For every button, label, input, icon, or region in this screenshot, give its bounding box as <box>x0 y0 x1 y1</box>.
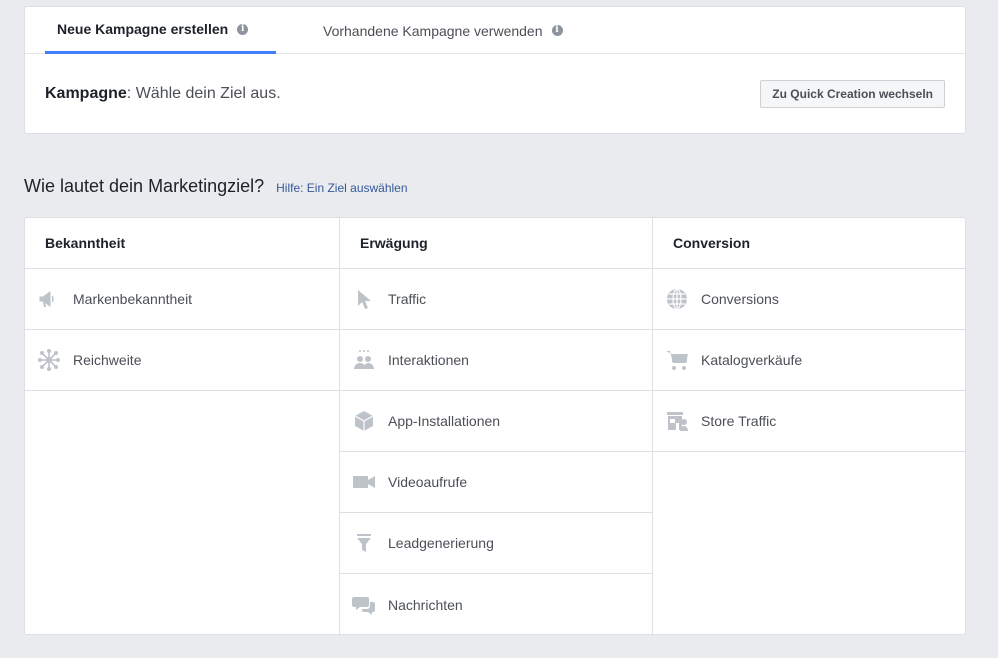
objective-label: Katalogverkäufe <box>701 352 803 368</box>
objective-markenbekanntheit[interactable]: Markenbekanntheit <box>25 269 339 330</box>
campaign-instruction: : Wähle dein Ziel aus. <box>126 85 281 102</box>
quick-creation-button[interactable]: Zu Quick Creation wechseln <box>760 80 945 108</box>
objective-label: Nachrichten <box>388 596 463 613</box>
objective-videoaufrufe[interactable]: Videoaufrufe <box>340 452 652 513</box>
objective-label: Markenbekanntheit <box>73 291 193 307</box>
objective-interaktionen[interactable]: Interaktionen <box>340 330 652 391</box>
column-erwaegung: Erwägung Traffic Interaktionen App-Insta… <box>339 218 652 634</box>
box-icon <box>352 409 376 433</box>
objective-label: Store Traffic <box>701 413 777 429</box>
help-link[interactable]: Hilfe: Ein Ziel auswählen <box>276 181 407 195</box>
cart-icon <box>665 348 689 372</box>
chat-bubbles-icon <box>352 593 376 617</box>
globe-icon <box>665 287 689 311</box>
objective-label: Interaktionen <box>388 352 469 368</box>
objective-question: Wie lautet dein Marketingziel? <box>24 176 265 196</box>
video-camera-icon <box>352 470 376 494</box>
objective-question-row: Wie lautet dein Marketingziel? Hilfe: Ei… <box>24 176 408 197</box>
column-bekanntheit: Bekanntheit Markenbekanntheit Reichweite <box>25 218 339 634</box>
objective-store-traffic[interactable]: Store Traffic <box>653 391 965 452</box>
funnel-icon <box>352 531 376 555</box>
objective-label: App-Installationen <box>388 413 501 429</box>
objective-label: Reichweite <box>73 352 142 368</box>
column-header: Bekanntheit <box>25 218 339 269</box>
store-icon <box>665 409 689 433</box>
objective-grid: Bekanntheit Markenbekanntheit Reichweite… <box>24 217 966 635</box>
objective-conversions[interactable]: Conversions <box>653 269 965 330</box>
campaign-card: Neue Kampagne erstellen i Vorhandene Kam… <box>24 6 966 134</box>
info-icon[interactable]: i <box>237 23 249 35</box>
objective-traffic[interactable]: Traffic <box>340 269 652 330</box>
tab-bar: Neue Kampagne erstellen i Vorhandene Kam… <box>25 7 965 54</box>
tab-new-campaign-label: Neue Kampagne erstellen <box>57 21 229 37</box>
objective-leadgenerierung[interactable]: Leadgenerierung <box>340 513 652 574</box>
reach-icon <box>37 348 61 372</box>
tab-existing-campaign[interactable]: Vorhandene Kampagne verwenden i <box>323 7 563 54</box>
column-conversion: Conversion Conversions Katalogverkäufe S… <box>652 218 965 634</box>
megaphone-icon <box>37 287 61 311</box>
objective-katalogverkaeufe[interactable]: Katalogverkäufe <box>653 330 965 391</box>
objective-nachrichten[interactable]: Nachrichten <box>340 574 652 635</box>
objective-app-installationen[interactable]: App-Installationen <box>340 391 652 452</box>
objective-label: Conversions <box>701 291 779 307</box>
column-header: Erwägung <box>340 218 652 269</box>
cursor-icon <box>352 287 376 311</box>
objective-reichweite[interactable]: Reichweite <box>25 330 339 391</box>
info-icon[interactable]: i <box>551 25 563 36</box>
objective-label: Leadgenerierung <box>388 535 494 551</box>
campaign-label: Kampagne <box>45 85 127 102</box>
campaign-objective-line: Kampagne: Wähle dein Ziel aus. <box>45 85 281 103</box>
objective-label: Videoaufrufe <box>388 474 468 490</box>
people-icon <box>352 348 376 372</box>
tab-existing-campaign-label: Vorhandene Kampagne verwenden <box>323 22 543 39</box>
column-header: Conversion <box>653 218 965 269</box>
objective-label: Traffic <box>388 291 427 307</box>
tab-new-campaign[interactable]: Neue Kampagne erstellen i <box>45 7 276 54</box>
